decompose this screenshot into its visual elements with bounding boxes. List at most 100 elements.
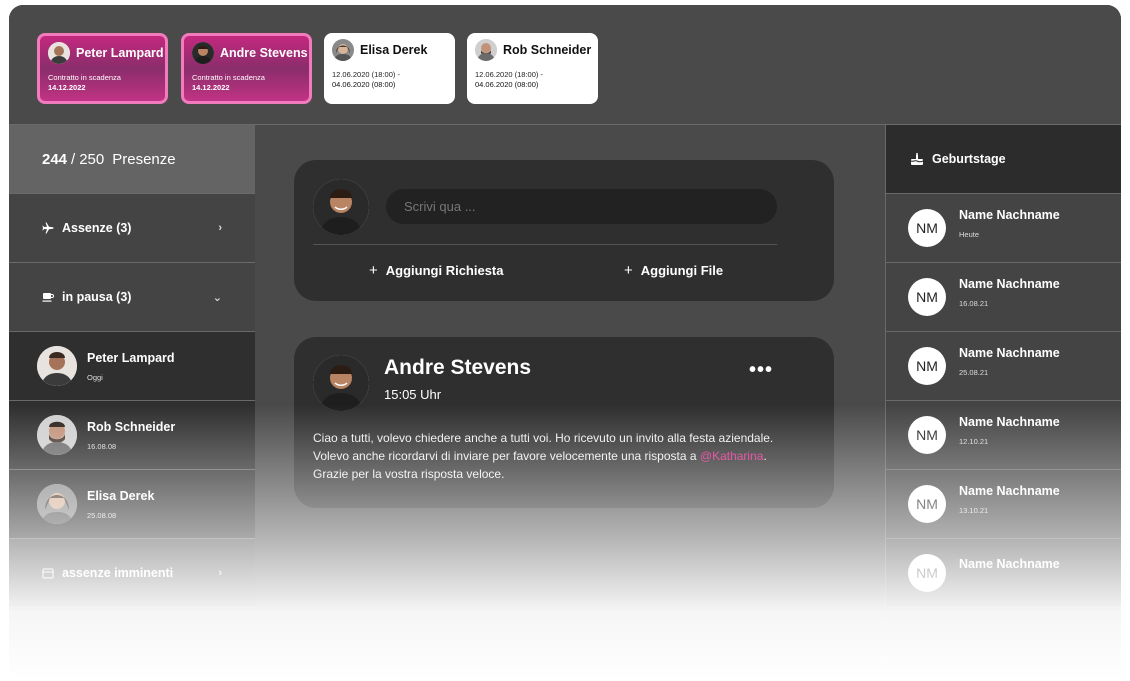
avatar	[192, 42, 214, 64]
card-line1: 12.06.2020 (18:00) -	[475, 70, 543, 79]
avatar: NM	[908, 554, 946, 592]
card-line2: 14.12.2022	[48, 83, 86, 92]
list-item[interactable]: NM Name Nachname 12.10.21	[886, 401, 1121, 470]
top-card-peter-lampard[interactable]: Peter Lampard Contratto in scadenza 14.1…	[37, 33, 168, 104]
list-item[interactable]: Peter Lampard Oggi	[9, 332, 255, 401]
card-name: Elisa Derek	[360, 43, 428, 57]
add-file-button[interactable]: + Aggiungi File	[624, 262, 723, 279]
avatar: NM	[908, 485, 946, 523]
add-file-label: Aggiungi File	[640, 263, 724, 278]
card-line1: 12.06.2020 (18:00) -	[332, 70, 400, 79]
menu-absences[interactable]: Assenze (3) ›	[9, 194, 255, 263]
card-line1: Contratto in scadenza	[48, 73, 121, 82]
person-name: Peter Lampard	[87, 350, 175, 365]
plus-icon: +	[624, 262, 633, 279]
chevron-right-icon: ›	[218, 222, 222, 234]
avatar: NM	[908, 209, 946, 247]
top-card-rob-schneider[interactable]: Rob Schneider 12.06.2020 (18:00) - 04.06…	[467, 33, 598, 104]
post-time: 15:05 Uhr	[384, 387, 442, 402]
list-item[interactable]: NM Name Nachname 16.08.21	[886, 263, 1121, 332]
person-name: Rob Schneider	[87, 419, 176, 434]
menu-absences-label: Assenze (3)	[62, 221, 132, 235]
card-line2: 14.12.2022	[192, 83, 230, 92]
card-line1: Contratto in scadenza	[192, 73, 265, 82]
card-name: Rob Schneider	[503, 43, 592, 57]
avatar	[313, 179, 369, 235]
person-name: Elisa Derek	[87, 488, 155, 503]
person-name: Name Nachname	[959, 207, 1060, 222]
add-request-button[interactable]: + Aggiungi Richiesta	[369, 262, 504, 279]
top-card-bar: Peter Lampard Contratto in scadenza 14.1…	[9, 5, 1121, 125]
list-item[interactable]: Rob Schneider 16.08.08	[9, 401, 255, 470]
left-sidebar: 244 / 250 Presenze Assenze (3) › in paus…	[9, 125, 255, 681]
presence-count: 244	[42, 150, 68, 168]
card-line2: 04.06.2020 (08:00)	[332, 80, 396, 89]
person-name: Name Nachname	[959, 345, 1060, 360]
cake-icon	[910, 152, 924, 166]
list-item[interactable]: NM Name Nachname	[886, 539, 1121, 608]
post-line: Volevo anche ricordarvi di inviare per f…	[313, 447, 813, 465]
add-request-label: Aggiungi Richiesta	[385, 263, 504, 278]
post-line: Grazie per la vostra risposta veloce.	[313, 467, 505, 481]
birthday-panel: Geburtstage NM Name Nachname Heute NM Nam…	[885, 125, 1121, 681]
person-date: 25.08.08	[87, 510, 117, 520]
presence-total: 250	[79, 150, 105, 168]
avatar	[37, 415, 77, 455]
card-line2: 04.06.2020 (08:00)	[475, 80, 539, 89]
plus-icon: +	[369, 262, 378, 279]
person-date: 25.08.21	[959, 367, 989, 377]
avatar	[332, 39, 354, 61]
avatar: NM	[908, 347, 946, 385]
list-item[interactable]: NM Name Nachname 25.08.21	[886, 332, 1121, 401]
presence-counter: 244 / 250 Presenze	[9, 125, 255, 194]
list-item[interactable]: NM Name Nachname Heute	[886, 194, 1121, 263]
calendar-icon	[42, 567, 54, 579]
menu-on-break[interactable]: in pausa (3) ⌄	[9, 263, 255, 332]
person-name: Name Nachname	[959, 276, 1060, 291]
post-body: Ciao a tutti, volevo chiedere anche a tu…	[313, 429, 813, 483]
post-card: Andre Stevens 15:05 Uhr ••• Ciao a tutti…	[294, 337, 834, 508]
chevron-down-icon: ⌄	[212, 291, 222, 304]
presence-separator: /	[71, 150, 76, 168]
mention-link[interactable]: @Katharina	[700, 449, 764, 463]
top-card-elisa-derek[interactable]: Elisa Derek 12.06.2020 (18:00) - 04.06.2…	[324, 33, 455, 104]
person-date: Oggi	[87, 372, 103, 382]
airplane-icon	[42, 222, 54, 234]
divider	[313, 244, 777, 245]
list-item[interactable]: Elisa Derek 25.08.08	[9, 470, 255, 539]
menu-on-break-label: in pausa (3)	[62, 290, 132, 304]
app-window: Peter Lampard Contratto in scadenza 14.1…	[9, 5, 1121, 681]
post-text: .	[763, 449, 767, 463]
card-name: Peter Lampard	[76, 46, 164, 60]
person-name: Name Nachname	[959, 557, 1060, 571]
compose-card: + Aggiungi Richiesta + Aggiungi File	[294, 160, 834, 301]
menu-upcoming-label: assenze imminenti	[62, 566, 174, 580]
avatar	[37, 346, 77, 386]
post-line: Ciao a tutti, volevo chiedere anche a tu…	[313, 431, 774, 445]
coffee-icon	[42, 291, 54, 303]
compose-input[interactable]	[386, 189, 777, 224]
avatar	[48, 42, 70, 64]
post-text: Volevo anche ricordarvi di inviare per f…	[313, 449, 700, 463]
avatar: NM	[908, 416, 946, 454]
avatar	[313, 355, 369, 411]
person-date: 16.08.08	[87, 441, 117, 451]
list-item[interactable]: NM Name Nachname 13.10.21	[886, 470, 1121, 539]
avatar	[37, 484, 77, 524]
more-options-icon[interactable]: •••	[749, 359, 773, 382]
chevron-right-icon: ›	[218, 567, 222, 579]
avatar: NM	[908, 278, 946, 316]
top-card-andre-stevens[interactable]: Andre Stevens Contratto in scadenza 14.1…	[181, 33, 312, 104]
menu-upcoming-absences[interactable]: assenze imminenti ›	[9, 539, 255, 608]
person-name: Name Nachname	[959, 483, 1060, 498]
person-name: Name Nachname	[959, 414, 1060, 429]
person-date: 13.10.21	[959, 505, 989, 515]
person-date: 16.08.21	[959, 298, 989, 308]
post-author: Andre Stevens	[384, 356, 532, 379]
person-date: 12.10.21	[959, 436, 989, 446]
presence-label: Presenze	[112, 150, 176, 168]
person-date: Heute	[959, 229, 980, 239]
card-name: Andre Stevens	[220, 46, 308, 60]
birthday-title: Geburtstage	[932, 152, 1006, 166]
birthday-header: Geburtstage	[886, 125, 1121, 194]
